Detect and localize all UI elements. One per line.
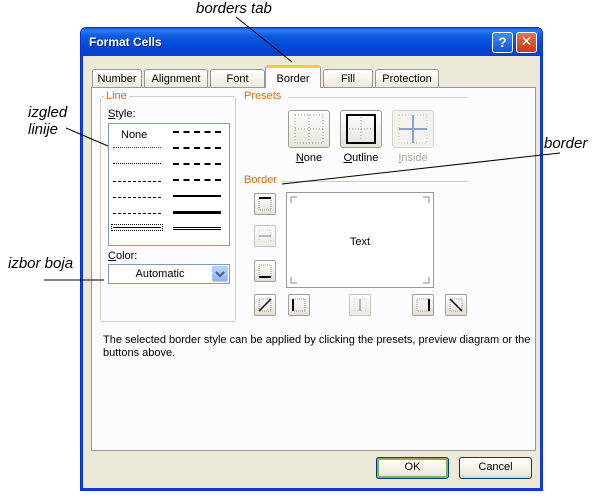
preset-none-text: one [303, 152, 323, 164]
line-style-thin-selected[interactable] [111, 224, 163, 231]
tab-font[interactable]: Font [210, 69, 265, 87]
line-style-dashed[interactable] [113, 213, 161, 214]
line-style-hair[interactable] [113, 147, 161, 148]
preset-outline-icon [346, 114, 376, 144]
border-right-icon [416, 298, 430, 312]
preset-none-button[interactable] [288, 110, 330, 148]
line-style-medium-dash-dot-dot[interactable] [173, 131, 221, 133]
preset-none-icon [294, 114, 324, 144]
preset-none-mnemonic: N [295, 152, 304, 164]
border-top-icon [258, 197, 272, 211]
tab-fill[interactable]: Fill [323, 69, 373, 87]
format-cells-dialog: Format Cells ? ✕ Number Alignment Font B… [80, 27, 543, 491]
border-tab-panel: Line Style: None Color: Automatic Preset… [91, 87, 536, 451]
preset-none-label: None [279, 152, 339, 164]
border-inside-vertical-icon [353, 298, 367, 312]
style-label: Style: [108, 108, 136, 120]
preset-outline-text: utline [352, 152, 379, 164]
border-bottom-icon [258, 264, 272, 278]
diagonal-down-icon [449, 298, 463, 312]
close-button[interactable]: ✕ [516, 32, 537, 53]
style-label-text: tyle: [115, 108, 136, 120]
preset-inside-text: nside [401, 152, 428, 164]
preset-outline-button[interactable] [340, 110, 382, 148]
line-style-medium-dash-dot[interactable] [173, 163, 221, 165]
cancel-button[interactable]: Cancel [459, 457, 532, 479]
border-right-button[interactable] [412, 294, 434, 316]
preset-outline-label: Outline [331, 152, 391, 164]
presets-group-title: Presets [242, 90, 284, 102]
line-style-dotted[interactable] [113, 163, 161, 164]
annotation-linije: linije [28, 121, 59, 138]
border-left-icon [292, 298, 306, 312]
color-dropdown-value: Automatic [135, 268, 185, 280]
border-divider [282, 181, 468, 182]
dialog-client-area: Number Alignment Font Border Fill Protec… [85, 56, 538, 486]
tab-alignment[interactable]: Alignment [144, 69, 208, 87]
ok-button[interactable]: OK [376, 457, 449, 479]
dialog-title: Format Cells [89, 35, 162, 49]
title-bar[interactable]: Format Cells ? ✕ [81, 28, 542, 56]
preset-inside-button [392, 110, 434, 148]
annotation-izbor-boja: izbor boja [8, 255, 74, 272]
color-label-mnemonic: C [108, 250, 116, 262]
color-label-text: olor: [115, 250, 138, 262]
help-button[interactable]: ? [492, 32, 513, 53]
border-inside-vertical-button [349, 294, 371, 316]
color-dropdown[interactable]: Automatic [108, 264, 230, 284]
border-left-button[interactable] [288, 294, 310, 316]
tab-border[interactable]: Border [265, 65, 321, 88]
preview-text: Text [349, 236, 371, 248]
line-style-dash-dot[interactable] [113, 197, 161, 198]
line-style-none[interactable]: None [121, 129, 147, 141]
border-preview-area[interactable]: Text [286, 192, 434, 288]
color-label: Color: [108, 250, 137, 262]
line-style-slanted-dash-dot[interactable] [173, 147, 221, 149]
annotation-borders-tab: borders tab [196, 0, 272, 17]
line-style-list[interactable]: None [108, 123, 230, 246]
chevron-down-icon[interactable] [212, 266, 228, 282]
tab-number[interactable]: Number [92, 69, 142, 87]
preset-inside-label: Inside [383, 152, 443, 164]
line-style-medium-dashed[interactable] [173, 179, 221, 181]
preset-inside-icon [398, 114, 428, 144]
border-help-description: The selected border style can be applied… [103, 334, 531, 359]
annotation-border: border [544, 135, 588, 152]
border-bottom-button[interactable] [254, 260, 276, 282]
presets-divider [288, 97, 468, 98]
line-style-medium[interactable] [173, 195, 221, 197]
annotation-izgled: izgled [28, 104, 68, 121]
line-style-double[interactable] [173, 227, 221, 230]
border-group-title: Border [242, 174, 280, 186]
border-inside-horizontal-icon [258, 229, 272, 243]
border-diagonal-up-button[interactable] [254, 294, 276, 316]
line-style-dash-dot-dot[interactable] [113, 181, 161, 182]
tab-protection[interactable]: Protection [375, 69, 439, 87]
border-top-button[interactable] [254, 193, 276, 215]
border-diagonal-down-button[interactable] [445, 294, 467, 316]
diagonal-up-icon [258, 298, 272, 312]
line-group-title: Line [104, 90, 129, 102]
line-style-thick[interactable] [173, 211, 221, 214]
preset-outline-mnemonic: O [343, 152, 353, 164]
border-inside-horizontal-button [254, 225, 276, 247]
